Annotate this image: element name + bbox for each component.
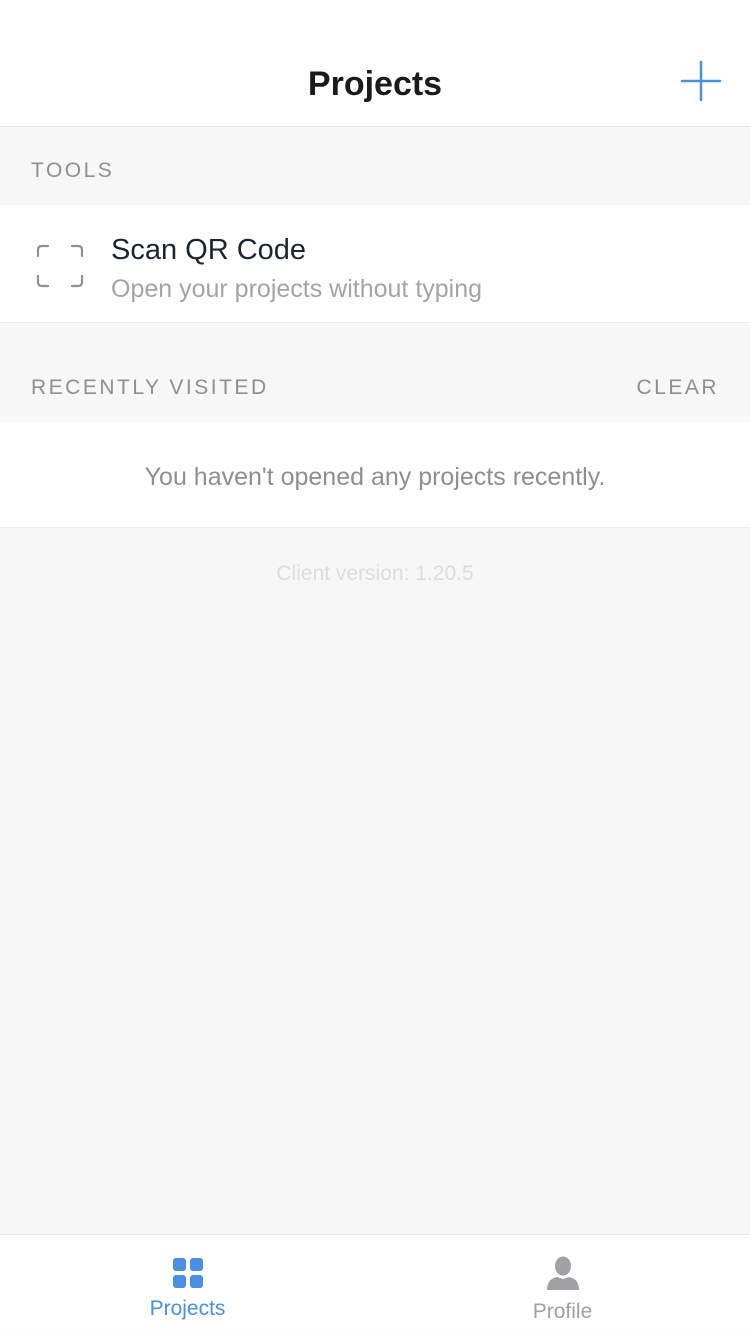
- plus-icon: [680, 60, 722, 102]
- clear-button[interactable]: CLEAR: [636, 373, 719, 403]
- tools-section-header: TOOLS: [0, 156, 750, 186]
- nav-bar: Projects: [0, 0, 750, 127]
- recently-visited-section-header: RECENTLY VISITED CLEAR: [0, 373, 750, 403]
- tab-profile[interactable]: Profile: [375, 1235, 750, 1335]
- empty-state-message: You haven't opened any projects recently…: [144, 463, 606, 491]
- tools-section-label: TOOLS: [31, 159, 115, 182]
- grid-icon: [170, 1255, 206, 1291]
- person-icon: [545, 1255, 581, 1291]
- page-title: Projects: [307, 65, 443, 103]
- recently-visited-label: RECENTLY VISITED: [31, 376, 269, 399]
- scan-qr-code-subtitle: Open your projects without typing: [111, 275, 483, 303]
- tab-bar: Projects Profile: [0, 1234, 750, 1334]
- add-project-button[interactable]: [680, 60, 722, 102]
- scan-qr-code-row[interactable]: Scan QR Code Open your projects without …: [0, 205, 750, 323]
- client-version: Client version: 1.20.5: [276, 562, 474, 585]
- qr-scan-icon: [36, 244, 84, 288]
- tab-projects[interactable]: Projects: [0, 1235, 375, 1335]
- tab-profile-label: Profile: [532, 1300, 593, 1323]
- tab-projects-label: Projects: [149, 1297, 226, 1320]
- recent-projects-empty-state: You haven't opened any projects recently…: [0, 422, 750, 528]
- scan-qr-code-title: Scan QR Code: [111, 234, 307, 266]
